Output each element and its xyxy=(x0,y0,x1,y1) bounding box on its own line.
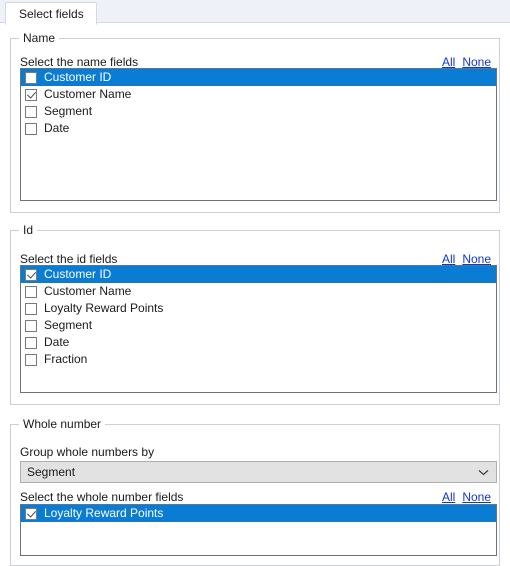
tab-label: Select fields xyxy=(19,6,84,21)
list-item-name-field[interactable]: Segment xyxy=(21,103,496,120)
listbox-name-fields[interactable]: Customer ID Customer Name Segment Date xyxy=(20,68,497,201)
list-item-label: Fraction xyxy=(44,352,88,366)
whole-number-links: All None xyxy=(442,490,491,504)
whole-number-caption: Select the whole number fields xyxy=(20,490,184,504)
list-item-id-field[interactable]: Fraction xyxy=(21,351,496,368)
list-item-whole-number-field[interactable]: Loyalty Reward Points xyxy=(21,505,496,522)
id-none-link[interactable]: None xyxy=(462,252,491,266)
list-item-name-field[interactable]: Customer ID xyxy=(21,69,496,86)
list-item-label: Segment xyxy=(44,318,93,332)
groupbox-name-label: Name xyxy=(19,31,60,45)
list-item-label: Loyalty Reward Points xyxy=(44,506,164,520)
list-item-label: Customer Name xyxy=(44,284,132,298)
checkbox-icon[interactable] xyxy=(25,336,37,349)
name-none-link[interactable]: None xyxy=(462,55,491,69)
id-all-link[interactable]: All xyxy=(442,252,455,266)
name-all-link[interactable]: All xyxy=(442,55,455,69)
checkbox-checked-icon[interactable] xyxy=(25,507,37,520)
tab-select-fields[interactable]: Select fields xyxy=(5,2,97,25)
combobox-value: Segment xyxy=(27,465,76,479)
checkbox-icon[interactable] xyxy=(25,319,37,332)
list-item-id-field[interactable]: Customer Name xyxy=(21,283,496,300)
tab-strip: Select fields xyxy=(0,0,510,25)
checkbox-checked-icon[interactable] xyxy=(25,268,37,281)
checkbox-icon[interactable] xyxy=(25,285,37,298)
groupbox-whole-number-label: Whole number xyxy=(19,417,106,431)
checkbox-icon[interactable] xyxy=(25,302,37,315)
list-item-id-field[interactable]: Date xyxy=(21,334,496,351)
id-links: All None xyxy=(442,252,491,266)
list-item-label: Date xyxy=(44,121,70,135)
whole-number-none-link[interactable]: None xyxy=(462,490,491,504)
chevron-down-icon[interactable] xyxy=(470,462,496,482)
whole-number-caption-row: Select the whole number fields All None xyxy=(20,489,491,505)
name-links: All None xyxy=(442,55,491,69)
name-caption: Select the name fields xyxy=(20,55,139,69)
checkbox-checked-icon[interactable] xyxy=(25,88,37,101)
checkbox-icon[interactable] xyxy=(25,71,37,84)
checkbox-icon[interactable] xyxy=(25,122,37,135)
id-caption: Select the id fields xyxy=(20,252,118,266)
group-by-label: Group whole numbers by xyxy=(20,445,155,459)
whole-number-all-link[interactable]: All xyxy=(442,490,455,504)
list-item-label: Segment xyxy=(44,104,93,118)
list-item-id-field[interactable]: Customer ID xyxy=(21,266,496,283)
list-item-label: Date xyxy=(44,335,70,349)
checkbox-icon[interactable] xyxy=(25,105,37,118)
list-item-label: Customer ID xyxy=(44,70,112,84)
list-item-id-field[interactable]: Loyalty Reward Points xyxy=(21,300,496,317)
list-item-label: Loyalty Reward Points xyxy=(44,301,164,315)
list-item-label: Customer Name xyxy=(44,87,132,101)
group-whole-numbers-by-combobox[interactable]: Segment xyxy=(20,461,497,483)
list-item-id-field[interactable]: Segment xyxy=(21,317,496,334)
checkbox-icon[interactable] xyxy=(25,353,37,366)
list-item-name-field[interactable]: Customer Name xyxy=(21,86,496,103)
group-by-caption-row: Group whole numbers by xyxy=(20,444,491,460)
list-item-name-field[interactable]: Date xyxy=(21,120,496,137)
list-item-label: Customer ID xyxy=(44,267,112,281)
listbox-whole-number-fields[interactable]: Loyalty Reward Points xyxy=(20,504,497,556)
listbox-id-fields[interactable]: Customer ID Customer Name Loyalty Reward P… xyxy=(20,265,497,393)
groupbox-id-label: Id xyxy=(19,223,38,237)
